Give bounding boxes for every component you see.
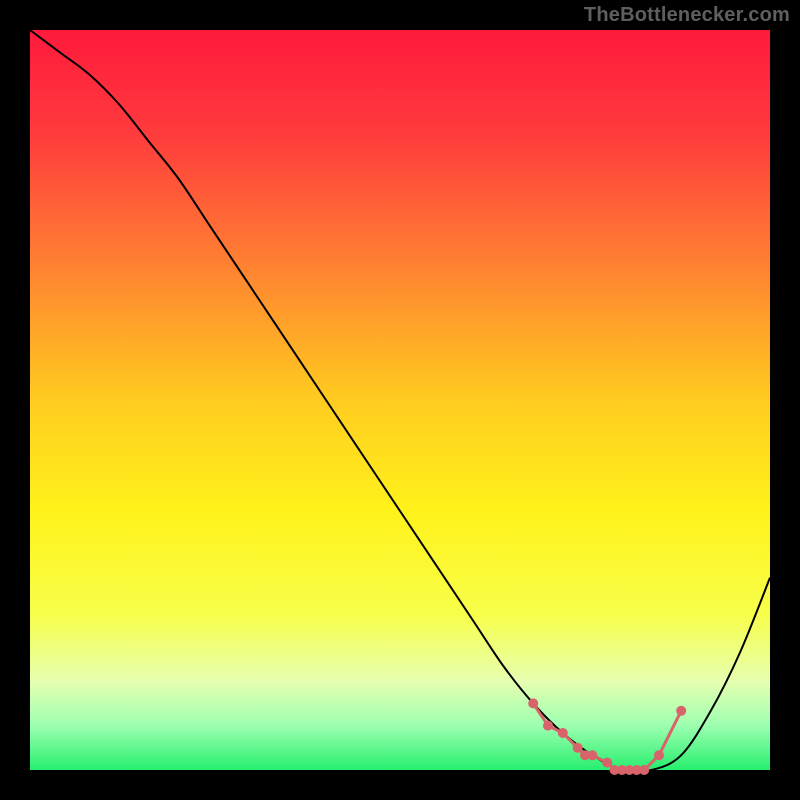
bottleneck-curve: [30, 30, 770, 772]
chart-root: TheBottlenecker.com: [0, 0, 800, 800]
optimal-range-dot: [528, 698, 538, 708]
optimal-range-dot: [573, 743, 583, 753]
optimal-range-dot: [654, 750, 664, 760]
plot-area: [30, 30, 770, 770]
optimal-range-dot: [587, 750, 597, 760]
optimal-range-dot: [676, 706, 686, 716]
optimal-range-dot: [558, 728, 568, 738]
optimal-range-dot: [639, 765, 649, 775]
optimal-range-dot: [543, 721, 553, 731]
optimal-range-dot: [602, 758, 612, 768]
curve-layer: [30, 30, 770, 770]
attribution-label: TheBottlenecker.com: [584, 4, 790, 27]
